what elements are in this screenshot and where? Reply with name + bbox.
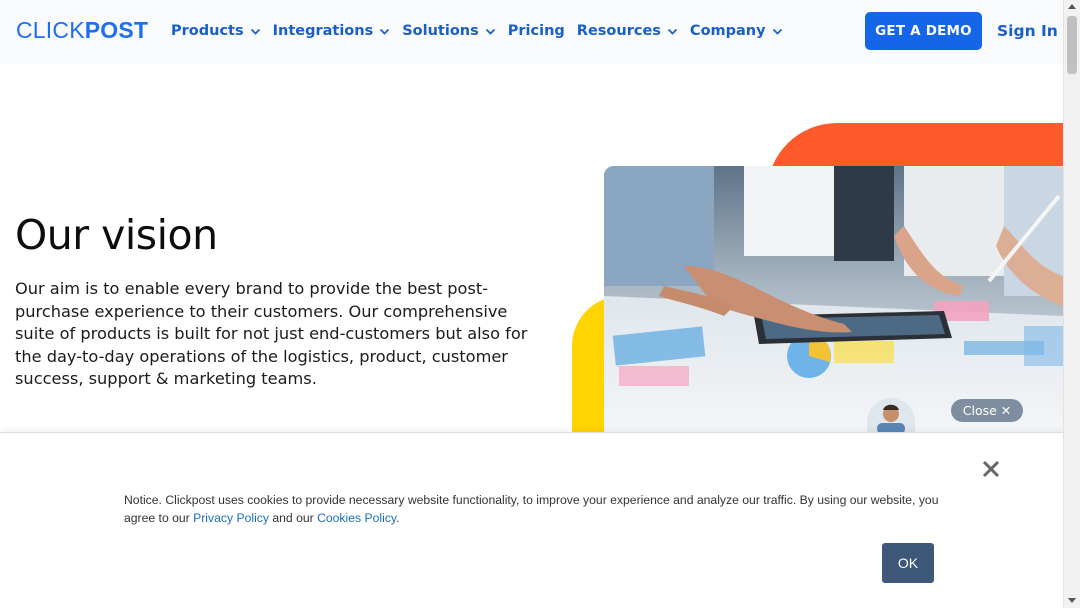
cookie-banner: Notice. Clickpost uses cookies to provid… [0, 432, 1063, 608]
nav-item-company[interactable]: Company [690, 21, 783, 41]
privacy-policy-link[interactable]: Privacy Policy [193, 511, 269, 525]
cookie-notice-text: Notice. Clickpost uses cookies to provid… [124, 491, 939, 527]
logo-part-2: POST [84, 17, 149, 43]
nav-item-integrations[interactable]: Integrations [273, 21, 391, 41]
nav-item-label: Resources [576, 23, 661, 39]
page-scrollbar[interactable] [1063, 0, 1080, 608]
team-meeting-photo [604, 166, 1063, 434]
chevron-down-icon [772, 28, 782, 35]
nav-item-pricing[interactable]: Pricing [508, 21, 565, 41]
chevron-down-icon [485, 28, 495, 35]
get-a-demo-button[interactable]: GET A DEMO [865, 12, 982, 50]
cookie-ok-button[interactable]: OK [882, 543, 934, 583]
site-header: CLICKPOST Products Integrations Solutions P… [0, 0, 1063, 64]
cookie-text-after: . [396, 511, 400, 525]
sign-in-link[interactable]: Sign In [997, 22, 1058, 40]
nav-item-label: Products [171, 23, 244, 39]
nav-item-label: Integrations [272, 23, 374, 39]
nav-item-label: Company [689, 23, 766, 39]
chevron-down-icon [250, 28, 260, 35]
nav-item-products[interactable]: Products [171, 21, 261, 41]
scroll-down-arrow-icon[interactable] [1068, 598, 1076, 603]
nav-item-solutions[interactable]: Solutions [402, 21, 496, 41]
chevron-down-icon [667, 28, 678, 35]
nav-item-resources[interactable]: Resources [577, 21, 678, 41]
chat-close-button[interactable]: Close ✕ [951, 399, 1023, 422]
scroll-thumb[interactable] [1067, 16, 1077, 74]
nav-item-label: Pricing [507, 23, 565, 39]
team-meeting-illustration [604, 166, 1063, 434]
vision-paragraph: Our aim is to enable every brand to prov… [15, 279, 528, 388]
nav-item-label: Solutions [402, 23, 479, 39]
page-title: Our vision [15, 211, 218, 259]
close-icon[interactable] [980, 458, 1002, 480]
chevron-down-icon [380, 28, 390, 35]
logo-part-1: CLICK [16, 17, 85, 43]
main-nav: Products Integrations Solutions Pricing Reso… [171, 21, 795, 41]
cookies-policy-link[interactable]: Cookies Policy [317, 511, 396, 525]
cookie-text-middle: and our [268, 511, 318, 525]
scroll-up-arrow-icon[interactable] [1068, 4, 1076, 9]
clickpost-logo[interactable]: CLICKPOST [16, 17, 148, 44]
